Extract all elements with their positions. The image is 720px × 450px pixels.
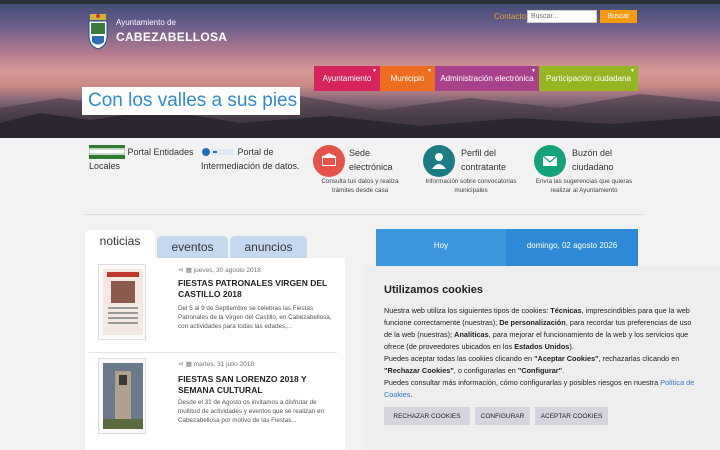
- nav-administracion-electronica[interactable]: Administración electrónica ▼: [435, 66, 539, 91]
- share-icon[interactable]: ⋖: [178, 361, 184, 368]
- poster-image: [103, 269, 143, 335]
- news-date: martes, 31 julio 2018: [193, 361, 254, 368]
- news-separator: [89, 352, 337, 353]
- section-divider: [84, 214, 644, 215]
- entidades-locales-logo-icon: [89, 145, 125, 159]
- news-panel: ⋖ ▦ jueves, 30 agosto 2018 FIESTAS PATRO…: [85, 258, 345, 450]
- tab-noticias[interactable]: noticias: [85, 230, 155, 258]
- dropdown-icon: ▼: [630, 68, 635, 74]
- calendar-widget: Hoy domingo, 02 agosto 2026: [376, 229, 638, 269]
- news-meta: ⋖ ▦ jueves, 30 agosto 2018: [178, 266, 261, 274]
- dropdown-icon: ▼: [531, 68, 536, 74]
- news-meta: ⋖ ▦ martes, 31 julio 2018: [178, 360, 254, 368]
- municipality-logo[interactable]: Ayuntamiento de CABEZABELLOSA: [86, 12, 227, 50]
- accept-cookies-button[interactable]: ACEPTAR COOKIES: [535, 407, 608, 425]
- calendar-icon: ▦: [185, 361, 192, 368]
- news-title[interactable]: FIESTAS PATRONALES VIRGEN DEL CASTILLO 2…: [178, 278, 338, 300]
- reject-cookies-button[interactable]: RECHAZAR COOKIES: [384, 407, 470, 425]
- portal-entidades-locales[interactable]: Portal Entidades Locales: [89, 145, 199, 173]
- nav-label: Ayuntamiento: [322, 74, 372, 83]
- municipality-name: CABEZABELLOSA: [116, 30, 228, 44]
- configure-cookies-button[interactable]: CONFIGURAR: [475, 407, 530, 425]
- calendar-icon: ▦: [185, 267, 192, 274]
- calendar-today[interactable]: Hoy: [376, 229, 506, 269]
- sede-electronica-icon[interactable]: [313, 145, 345, 177]
- dropdown-icon: ▼: [427, 68, 432, 74]
- news-date: jueves, 30 agosto 2018: [193, 267, 261, 274]
- news-excerpt: Desde el 31 de Agosto os invitamos a dis…: [178, 399, 324, 424]
- buzon-ciudadano-desc: Envía las sugerencias que quieras realiz…: [535, 178, 633, 194]
- news-title[interactable]: FIESTAS SAN LORENZO 2018 Y SEMANA CULTUR…: [178, 374, 338, 396]
- dropdown-icon: ▼: [372, 68, 377, 74]
- tab-eventos[interactable]: eventos: [157, 236, 228, 258]
- nav-municipio[interactable]: Municipio ▼: [380, 66, 435, 91]
- news-thumbnail[interactable]: [98, 264, 146, 340]
- tab-anuncios[interactable]: anuncios: [230, 236, 307, 258]
- contact-link[interactable]: Contacto: [494, 12, 526, 21]
- slogan: Con los valles a sus pies: [82, 87, 300, 115]
- perfil-contratante-icon[interactable]: [423, 145, 455, 177]
- cookie-title: Utilizamos cookies: [384, 284, 484, 296]
- news-thumbnail[interactable]: [98, 358, 146, 434]
- coat-of-arms-icon: [88, 14, 108, 50]
- perfil-contratante-link[interactable]: Perfil del contratante: [461, 146, 531, 174]
- calendar-date: domingo, 02 agosto 2026: [526, 241, 618, 250]
- share-icon[interactable]: ⋖: [178, 267, 184, 274]
- news-excerpt: Del 5 al 9 de Septiembre se celebras las…: [178, 305, 332, 330]
- sede-electronica-link[interactable]: Sede electrónica: [349, 146, 409, 174]
- nav-label: Participación ciudadana: [546, 74, 631, 83]
- buzon-ciudadano-link[interactable]: Buzón del ciudadano: [572, 146, 632, 174]
- cookie-text-3: Puedes consultar más información, cómo c…: [384, 378, 695, 399]
- buzon-ciudadano-icon[interactable]: [534, 145, 566, 177]
- top-bar: [0, 0, 720, 4]
- portal-intermediacion-datos[interactable]: Portal de Intermediación de datos.: [201, 145, 301, 173]
- nav-label: Municipio: [390, 74, 425, 83]
- cookie-banner: Utilizamos cookies Nuestra web utiliza l…: [364, 266, 720, 450]
- poster-image: [103, 363, 143, 429]
- cookie-text: Nuestra web utiliza los siguientes tipos…: [384, 306, 692, 351]
- cookie-policy-link[interactable]: Política de Cookies: [384, 378, 694, 399]
- service-title: Sede electrónica: [349, 148, 393, 172]
- service-title: Perfil del contratante: [461, 148, 507, 172]
- perfil-contratante-desc: Información sobre convocatorias municipa…: [425, 178, 517, 194]
- nav-participacion-ciudadana[interactable]: Participación ciudadana ▼: [539, 66, 638, 91]
- sede-electronica-desc: Consulta tus datos y realiza trámites de…: [321, 178, 399, 194]
- cookie-text-2: Puedes aceptar todas las cookies clicand…: [384, 354, 680, 375]
- municipality-prefix: Ayuntamiento de: [116, 18, 176, 27]
- search-button[interactable]: Buscar: [600, 10, 637, 23]
- nav-label: Administración electrónica: [440, 74, 534, 83]
- service-title: Buzón del ciudadano: [572, 148, 614, 172]
- nav-ayuntamiento[interactable]: Ayuntamiento ▼: [314, 66, 380, 91]
- scsp-logo-icon: [202, 148, 233, 156]
- search-input[interactable]: [527, 10, 597, 23]
